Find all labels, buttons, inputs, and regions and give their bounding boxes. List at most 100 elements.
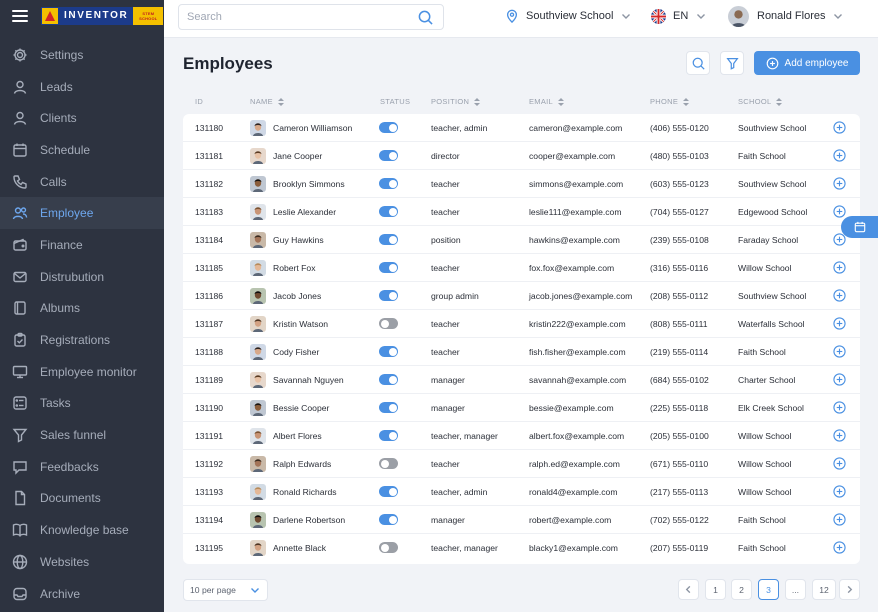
status-toggle[interactable]: [379, 206, 398, 217]
sidebar-item-calls[interactable]: Calls: [0, 166, 164, 198]
pagination-page[interactable]: 2: [731, 579, 752, 600]
plus-circle-icon[interactable]: [833, 513, 846, 526]
status-toggle[interactable]: [379, 318, 398, 329]
status-toggle[interactable]: [379, 402, 398, 413]
cell-name[interactable]: Brooklyn Simmons: [250, 176, 345, 192]
plus-circle-icon[interactable]: [833, 177, 846, 190]
menu-icon[interactable]: [12, 10, 28, 22]
sidebar-item-settings[interactable]: Settings: [0, 39, 164, 71]
calendar-quick-button[interactable]: [841, 216, 878, 238]
table-row[interactable]: 131194 Darlene Robertson manager robert@exa…: [183, 506, 860, 534]
sidebar-item-tasks[interactable]: Tasks: [0, 388, 164, 420]
cell-name[interactable]: Jane Cooper: [250, 148, 322, 164]
sidebar-item-documents[interactable]: Documents: [0, 483, 164, 515]
table-row[interactable]: 131183 Leslie Alexander teacher leslie111@e…: [183, 198, 860, 226]
logo[interactable]: INVENTOR STEM SCHOOL: [41, 7, 164, 25]
filter-button[interactable]: [720, 51, 744, 75]
search-icon[interactable]: [418, 10, 433, 25]
add-employee-button[interactable]: Add employee: [754, 51, 860, 75]
cell-name[interactable]: Ralph Edwards: [250, 456, 331, 472]
sidebar-item-employee-monitor[interactable]: Employee monitor: [0, 356, 164, 388]
pagination-next[interactable]: [839, 579, 860, 600]
status-toggle[interactable]: [379, 486, 398, 497]
column-header-status[interactable]: STATUS: [380, 97, 410, 106]
school-selector[interactable]: Southview School: [505, 0, 631, 32]
status-toggle[interactable]: [379, 542, 398, 553]
table-row[interactable]: 131191 Albert Flores teacher, manager alber…: [183, 422, 860, 450]
sidebar-item-knowledge-base[interactable]: Knowledge base: [0, 514, 164, 546]
status-toggle[interactable]: [379, 262, 398, 273]
sidebar-item-clients[interactable]: Clients: [0, 102, 164, 134]
sidebar-item-schedule[interactable]: Schedule: [0, 134, 164, 166]
cell-name[interactable]: Jacob Jones: [250, 288, 321, 304]
status-toggle[interactable]: [379, 122, 398, 133]
status-toggle[interactable]: [379, 178, 398, 189]
column-header-position[interactable]: POSITION: [431, 97, 481, 106]
cell-name[interactable]: Bessie Cooper: [250, 400, 329, 416]
table-row[interactable]: 131192 Ralph Edwards teacher ralph.ed@examp…: [183, 450, 860, 478]
table-row[interactable]: 131182 Brooklyn Simmons teacher simmons@exa…: [183, 170, 860, 198]
language-selector[interactable]: EN: [651, 0, 706, 32]
plus-circle-icon[interactable]: [833, 541, 846, 554]
cell-name[interactable]: Ronald Richards: [250, 484, 337, 500]
cell-name[interactable]: Robert Fox: [250, 260, 316, 276]
table-row[interactable]: 131193 Ronald Richards teacher, admin ronal…: [183, 478, 860, 506]
table-row[interactable]: 131195 Annette Black teacher, manager black…: [183, 534, 860, 562]
plus-circle-icon[interactable]: [833, 373, 846, 386]
sidebar-item-employee[interactable]: Employee: [0, 197, 164, 230]
search-button[interactable]: [686, 51, 710, 75]
cell-name[interactable]: Darlene Robertson: [250, 512, 345, 528]
plus-circle-icon[interactable]: [833, 205, 846, 218]
table-row[interactable]: 131180 Cameron Williamson teacher, admin ca…: [183, 114, 860, 142]
plus-circle-icon[interactable]: [833, 457, 846, 470]
sidebar-item-websites[interactable]: Websites: [0, 546, 164, 578]
cell-name[interactable]: Savannah Nguyen: [250, 372, 344, 388]
pagination-page[interactable]: 3: [758, 579, 779, 600]
pagination-prev[interactable]: [678, 579, 699, 600]
column-header-email[interactable]: EMAIL: [529, 97, 565, 106]
status-toggle[interactable]: [379, 150, 398, 161]
pagination-page[interactable]: 1: [705, 579, 726, 600]
cell-name[interactable]: Guy Hawkins: [250, 232, 324, 248]
table-row[interactable]: 131181 Jane Cooper director cooper@example.…: [183, 142, 860, 170]
status-toggle[interactable]: [379, 430, 398, 441]
column-header-name[interactable]: NAME: [250, 97, 284, 106]
sidebar-item-archive[interactable]: Archive: [0, 578, 164, 610]
table-row[interactable]: 131185 Robert Fox teacher fox.fox@example.c…: [183, 254, 860, 282]
column-header-id[interactable]: ID: [195, 97, 203, 106]
column-header-school[interactable]: SCHOOL: [738, 97, 783, 106]
sidebar-item-finance[interactable]: Finance: [0, 229, 164, 261]
status-toggle[interactable]: [379, 458, 398, 469]
plus-circle-icon[interactable]: [833, 121, 846, 134]
column-header-phone[interactable]: PHONE: [650, 97, 690, 106]
plus-circle-icon[interactable]: [833, 289, 846, 302]
sidebar-item-albums[interactable]: Albums: [0, 293, 164, 325]
pagination-page[interactable]: 12: [812, 579, 836, 600]
per-page-select[interactable]: 10 per page: [183, 579, 268, 601]
sidebar-item-registrations[interactable]: Registrations: [0, 324, 164, 356]
table-row[interactable]: 131187 Kristin Watson teacher kristin222@ex…: [183, 310, 860, 338]
table-row[interactable]: 131188 Cody Fisher teacher fish.fisher@exam…: [183, 338, 860, 366]
status-toggle[interactable]: [379, 234, 398, 245]
status-toggle[interactable]: [379, 290, 398, 301]
plus-circle-icon[interactable]: [833, 261, 846, 274]
search-input[interactable]: [179, 11, 418, 23]
table-row[interactable]: 131186 Jacob Jones group admin jacob.jones@…: [183, 282, 860, 310]
sidebar-item-sales-funnel[interactable]: Sales funnel: [0, 419, 164, 451]
cell-name[interactable]: Albert Flores: [250, 428, 322, 444]
cell-name[interactable]: Cameron Williamson: [250, 120, 352, 136]
plus-circle-icon[interactable]: [833, 429, 846, 442]
status-toggle[interactable]: [379, 514, 398, 525]
plus-circle-icon[interactable]: [833, 149, 846, 162]
status-toggle[interactable]: [379, 346, 398, 357]
plus-circle-icon[interactable]: [833, 345, 846, 358]
plus-circle-icon[interactable]: [833, 317, 846, 330]
status-toggle[interactable]: [379, 374, 398, 385]
plus-circle-icon[interactable]: [833, 401, 846, 414]
table-row[interactable]: 131189 Savannah Nguyen manager savannah@exa…: [183, 366, 860, 394]
sidebar-item-leads[interactable]: Leads: [0, 71, 164, 103]
plus-circle-icon[interactable]: [833, 485, 846, 498]
cell-name[interactable]: Leslie Alexander: [250, 204, 336, 220]
cell-name[interactable]: Kristin Watson: [250, 316, 328, 332]
sidebar-item-distrubution[interactable]: Distrubution: [0, 261, 164, 293]
